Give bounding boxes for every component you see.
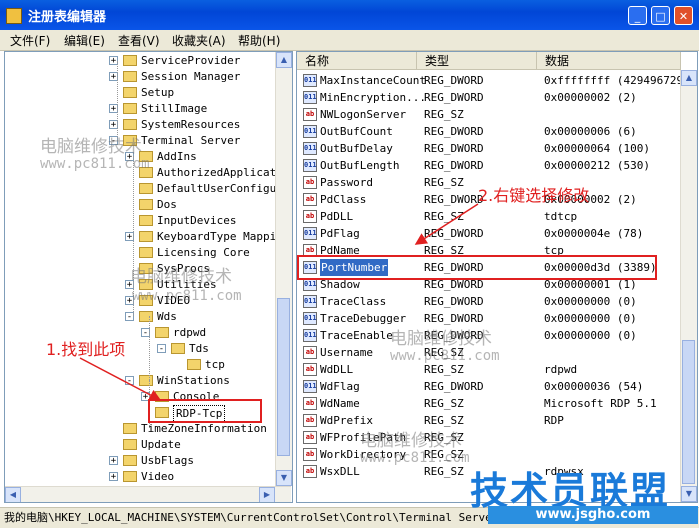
annotation-arrows (79, 203, 479, 401)
arrow-to-portnumber (414, 203, 479, 245)
site-logo: 技术员联盟 www.jsgho.com (470, 460, 698, 524)
arrow-to-rdp-tcp (79, 357, 162, 401)
logo-url: www.jsgho.com (488, 506, 698, 524)
